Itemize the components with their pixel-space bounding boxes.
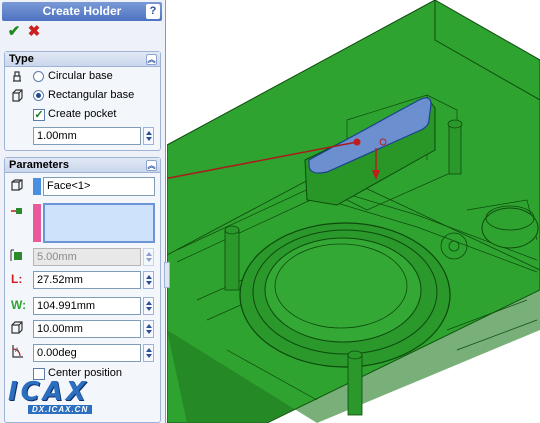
spin-up-icon[interactable] — [146, 131, 152, 135]
svg-text:A: A — [15, 348, 19, 354]
pick-point-icon — [9, 204, 25, 220]
type-group: Type ︽ Circular base Rectangular base ✓ … — [4, 51, 161, 151]
length-input[interactable]: 27.52mm — [33, 271, 141, 289]
face-selection-box[interactable]: Face<1> — [43, 177, 155, 196]
cancel-button[interactable]: ✖ — [26, 24, 42, 40]
small-ring — [481, 207, 539, 249]
rectangular-base-radio[interactable] — [33, 90, 44, 101]
ok-button[interactable]: ✔ — [6, 24, 22, 40]
watermark-subtitle: DX.ICAX.CN — [28, 405, 93, 414]
width-label: W: — [11, 298, 27, 312]
height-icon — [9, 320, 25, 336]
spin-up-icon[interactable] — [146, 324, 152, 328]
height-spinner[interactable] — [143, 320, 154, 338]
point-color-swatch — [33, 204, 41, 242]
parameters-group-title: Parameters — [9, 159, 69, 171]
help-button[interactable]: ? — [146, 4, 160, 19]
type-group-header[interactable]: Type ︽ — [5, 52, 160, 67]
watermark-logo: ICAX — [8, 377, 89, 407]
spin-down-icon[interactable] — [146, 281, 152, 285]
panel-title-bar: Create Holder ? — [2, 2, 162, 21]
pocket-depth-spinner[interactable] — [143, 127, 154, 145]
spin-down-icon[interactable] — [146, 354, 152, 358]
collapse-icon[interactable]: ︽ — [146, 54, 157, 65]
face-color-swatch — [33, 178, 41, 195]
spin-up-icon[interactable] — [146, 348, 152, 352]
spin-down-icon — [146, 258, 152, 262]
model-view[interactable] — [167, 0, 540, 423]
panel-title: Create Holder — [42, 4, 122, 18]
angle-spinner[interactable] — [143, 344, 154, 362]
spin-up-icon[interactable] — [146, 301, 152, 305]
length-spinner[interactable] — [143, 271, 154, 289]
spin-up-icon[interactable] — [146, 275, 152, 279]
panel-splitter-handle[interactable] — [164, 262, 170, 288]
circular-base-label[interactable]: Circular base — [48, 70, 113, 83]
spin-up-icon — [146, 252, 152, 256]
property-manager-panel: Create Holder ? ✔ ✖ Type ︽ Circular base… — [0, 0, 166, 423]
create-pocket-label[interactable]: Create pocket — [48, 108, 116, 121]
graphics-viewport[interactable] — [164, 0, 540, 423]
create-pocket-checkbox[interactable]: ✓ — [33, 109, 45, 121]
watermark: ICAX DX.ICAX.CN — [8, 378, 133, 418]
collapse-icon[interactable]: ︽ — [146, 160, 157, 171]
spin-down-icon[interactable] — [146, 307, 152, 311]
circular-base-icon — [9, 69, 25, 85]
spin-down-icon[interactable] — [146, 330, 152, 334]
angle-input[interactable]: 0.00deg — [33, 344, 141, 362]
round-well-inner — [264, 237, 422, 343]
offset-input: 5.00mm — [33, 248, 141, 266]
offset-icon — [9, 248, 25, 264]
rectangular-base-label[interactable]: Rectangular base — [48, 89, 134, 102]
type-group-title: Type — [9, 53, 34, 65]
face-select-icon — [9, 178, 25, 194]
pocket-depth-input[interactable]: 1.00mm — [33, 127, 141, 145]
width-input[interactable]: 104.991mm — [33, 297, 141, 315]
rectangular-base-icon — [9, 88, 25, 104]
point-selection-box[interactable] — [43, 203, 155, 243]
angle-icon: A — [9, 344, 25, 360]
length-label: L: — [11, 272, 23, 286]
parameters-group-header[interactable]: Parameters ︽ — [5, 158, 160, 173]
spin-down-icon[interactable] — [146, 137, 152, 141]
pick-point-marker — [353, 138, 361, 146]
circular-base-radio[interactable] — [33, 71, 44, 82]
height-input[interactable]: 10.00mm — [33, 320, 141, 338]
width-spinner[interactable] — [143, 297, 154, 315]
offset-spinner — [143, 248, 154, 266]
